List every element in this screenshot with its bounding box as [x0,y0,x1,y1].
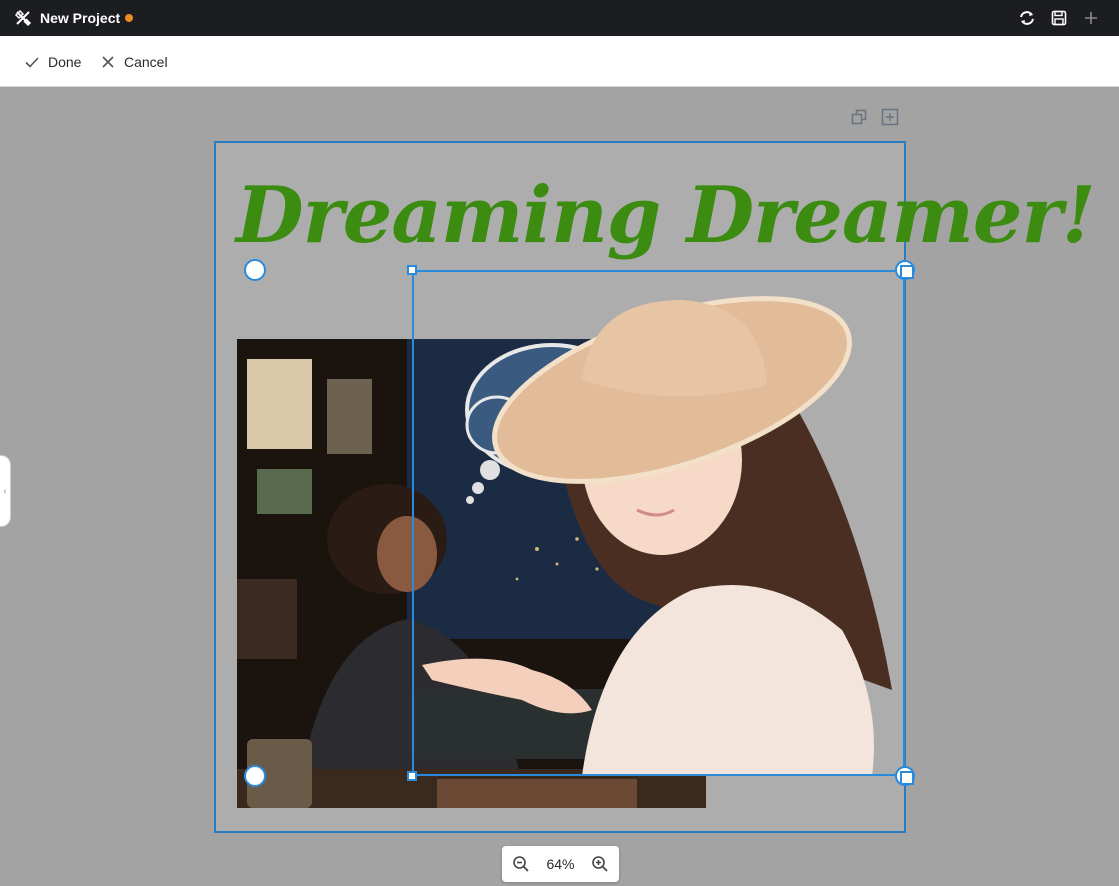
save-icon[interactable] [1050,9,1068,27]
tools-icon [14,9,32,27]
cancel-button[interactable]: Cancel [100,50,168,74]
resize-handle-bottom-left[interactable] [407,771,417,781]
transform-handle-bottom-right[interactable] [895,766,915,786]
check-icon [25,57,39,68]
girl-cutout-image[interactable] [412,270,906,776]
zoom-control: 64% [502,846,619,882]
zoom-level: 64% [546,856,575,872]
girl-illustration [422,296,892,776]
project-title: New Project [40,10,121,26]
transform-handle-top-right[interactable] [895,260,915,280]
unsaved-indicator [125,14,133,22]
edit-toolbar: Done Cancel [0,36,1119,87]
resize-handle-top-left[interactable] [407,265,417,275]
zoom-out-icon[interactable] [512,855,530,873]
close-icon [102,56,114,68]
anchor-handle-top[interactable] [244,259,266,281]
chevron-left-icon: ‹ [3,485,7,497]
side-panel-toggle[interactable]: ‹ [0,455,11,527]
plus-icon[interactable] [1082,9,1100,27]
cancel-label: Cancel [124,54,168,70]
headline-text[interactable]: Dreaming Dreamer! [236,168,1096,264]
title-bar: New Project [0,0,1119,36]
done-button[interactable]: Done [24,50,81,74]
sync-icon[interactable] [1018,9,1036,27]
add-frame-icon[interactable] [881,108,899,126]
done-label: Done [48,54,82,70]
zoom-in-icon[interactable] [591,855,609,873]
duplicate-icon[interactable] [850,108,868,126]
anchor-handle-bottom[interactable] [244,765,266,787]
